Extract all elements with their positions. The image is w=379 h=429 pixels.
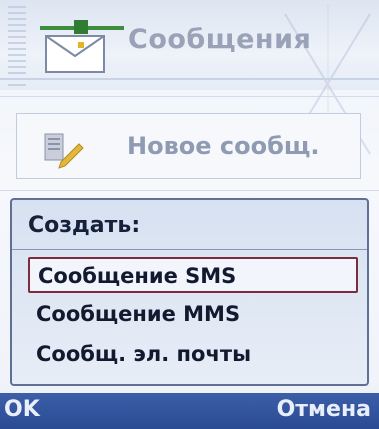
menu-item-email[interactable]: Сообщ. эл. почты — [28, 337, 358, 373]
softkey-bar: OK Отмена — [0, 393, 379, 429]
ok-softkey[interactable]: OK — [4, 397, 40, 422]
divider — [0, 96, 379, 97]
create-popup-menu: Создать: Сообщение SMS Сообщение MMS Соо… — [10, 198, 369, 386]
title-stripes-decoration — [8, 6, 26, 88]
title-bar: Сообщения — [0, 0, 379, 164]
new-message-icon — [44, 133, 84, 169]
menu-item-sms[interactable]: Сообщение SMS — [28, 257, 358, 293]
new-message-item[interactable]: Новое сообщ. — [16, 113, 361, 179]
title-divider — [0, 78, 379, 80]
popup-header: Создать: — [28, 213, 141, 238]
phone-screen: Сообщения Новое сообщ. Создать: Сообщени… — [0, 0, 379, 429]
popup-header-divider — [12, 249, 367, 250]
messages-envelope-icon — [40, 20, 124, 73]
cancel-softkey[interactable]: Отмена — [277, 397, 371, 422]
menu-item-mms[interactable]: Сообщение MMS — [28, 297, 358, 333]
new-message-label: Новое сообщ. — [127, 132, 320, 160]
divider — [0, 190, 379, 191]
